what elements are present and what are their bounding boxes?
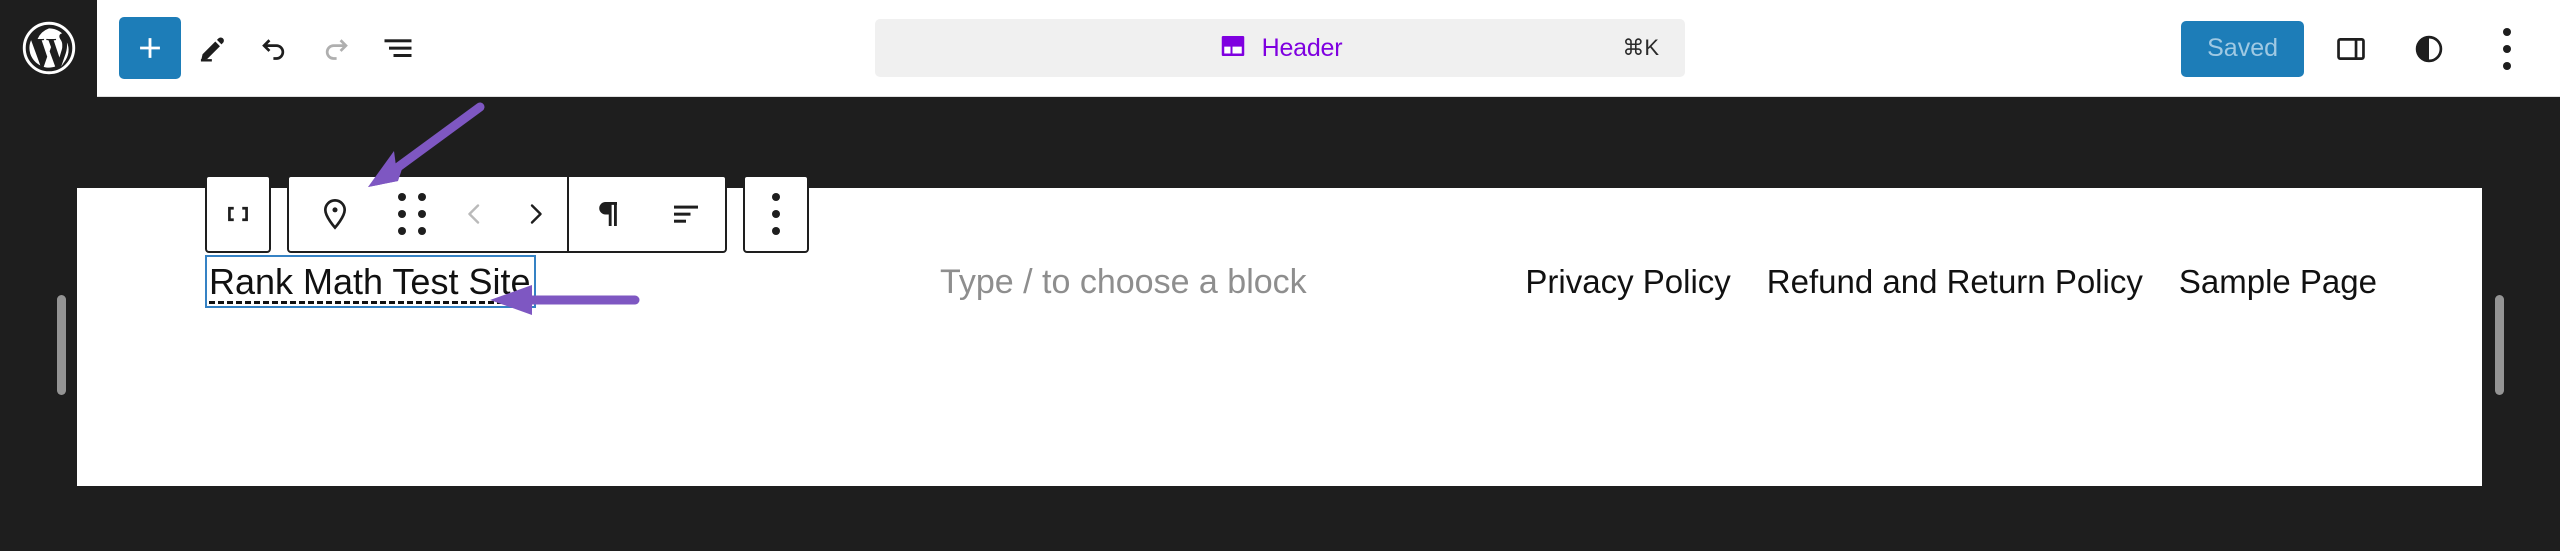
block-toolbar: [205, 175, 809, 253]
add-block-button[interactable]: [119, 17, 181, 79]
select-parent-block-group: [205, 175, 271, 253]
pencil-icon: [194, 30, 230, 66]
kebab-menu-icon: [772, 193, 780, 235]
top-bar-right-tools: Saved: [2181, 0, 2538, 97]
align-text-icon: [668, 196, 704, 232]
settings-sidebar-button[interactable]: [2320, 18, 2382, 80]
site-title-block[interactable]: Rank Math Test Site: [205, 255, 536, 308]
nav-link-privacy-policy[interactable]: Privacy Policy: [1525, 263, 1730, 301]
settings-sidebar-icon: [2334, 32, 2368, 66]
change-level-button[interactable]: [569, 177, 647, 251]
drag-handle-icon: [398, 193, 426, 235]
undo-button[interactable]: [243, 17, 305, 79]
command-bar-title: Header: [1261, 33, 1343, 62]
navigation-block: Privacy Policy Refund and Return Policy …: [1525, 263, 2377, 301]
move-left-button[interactable]: [443, 177, 505, 251]
nav-link-sample-page[interactable]: Sample Page: [2179, 263, 2377, 301]
plus-icon: [133, 31, 167, 65]
align-text-button[interactable]: [647, 177, 725, 251]
save-button[interactable]: Saved: [2181, 20, 2304, 77]
block-options-button[interactable]: [745, 177, 807, 251]
select-parent-block-button[interactable]: [207, 177, 269, 251]
right-resize-handle[interactable]: [2495, 295, 2504, 395]
list-view-icon: [380, 30, 416, 66]
block-options-group: [743, 175, 809, 253]
styles-contrast-icon: [2412, 32, 2446, 66]
wordpress-logo-icon: [21, 20, 77, 76]
document-overview-button[interactable]: [367, 17, 429, 79]
empty-block-placeholder[interactable]: Type / to choose a block: [940, 263, 1307, 302]
options-menu-button[interactable]: [2476, 18, 2538, 80]
redo-button[interactable]: [305, 17, 367, 79]
select-parent-icon: [221, 197, 255, 231]
kebab-menu-icon: [2503, 27, 2511, 70]
redo-arrow-icon: [318, 30, 354, 66]
command-bar-shortcut: ⌘K: [1622, 35, 1659, 60]
paragraph-mark-icon: [590, 196, 626, 232]
drag-block-handle[interactable]: [381, 177, 443, 251]
left-resize-handle[interactable]: [57, 295, 66, 395]
undo-arrow-icon: [256, 30, 292, 66]
block-toolbar-main: [287, 175, 727, 253]
block-type-button[interactable]: [289, 177, 381, 251]
site-title-text: Rank Math Test Site: [209, 260, 531, 302]
chevron-right-icon: [520, 198, 552, 230]
editor-top-bar: Header ⌘K Saved: [0, 0, 2560, 97]
top-bar-left-tools: [97, 17, 429, 79]
styles-button[interactable]: [2398, 18, 2460, 80]
location-pin-icon: [316, 195, 354, 233]
command-bar[interactable]: Header ⌘K: [875, 19, 1685, 77]
move-right-button[interactable]: [505, 177, 567, 251]
header-template-part: Rank Math Test Site Type / to choose a b…: [77, 255, 2482, 325]
nav-link-refund-and-return-policy[interactable]: Refund and Return Policy: [1767, 263, 2143, 301]
edit-mode-button[interactable]: [181, 17, 243, 79]
template-part-icon: [1218, 31, 1248, 66]
wordpress-logo-button[interactable]: [0, 0, 97, 97]
chevron-left-icon: [458, 198, 490, 230]
